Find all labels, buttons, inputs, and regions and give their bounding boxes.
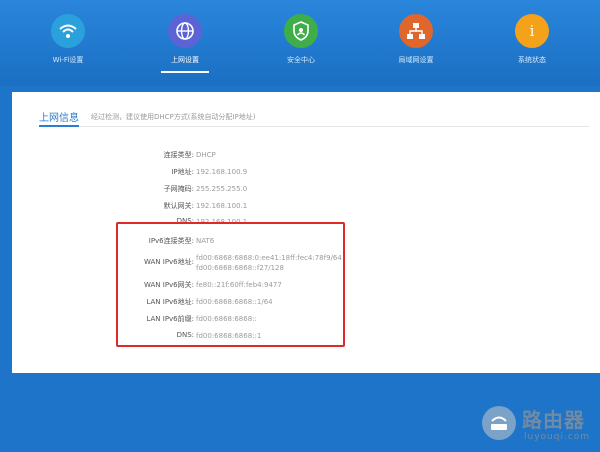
watermark: 路由器 luyouqi.com (482, 402, 600, 452)
nav-label: 上网设置 (171, 56, 199, 64)
nav-item-security[interactable]: 安全中心 (261, 14, 341, 65)
row-label: 连接类型: (163, 151, 194, 159)
active-tab-indicator (161, 71, 209, 73)
nav-item-lan[interactable]: 局域网设置 (376, 14, 456, 65)
nav-label: Wi-Fi设置 (52, 56, 84, 64)
network-icon (399, 14, 433, 48)
row-value: 255.255.255.0 (196, 185, 248, 193)
section-description: 经过检测，建议使用DHCP方式(系统自动分配IP地址) (91, 113, 256, 121)
router-logo-icon (482, 406, 516, 440)
nav-item-wifi[interactable]: Wi-Fi设置 (28, 14, 108, 65)
watermark-title: 路由器 (522, 408, 585, 432)
top-nav-bar: Wi-Fi设置 上网设置 安全中心 局域网设置 i 系统状态 (0, 0, 600, 86)
shield-icon (284, 14, 318, 48)
nav-label: 系统状态 (518, 56, 546, 64)
nav-label: 局域网设置 (398, 56, 434, 64)
wifi-icon (51, 14, 85, 48)
row-value: 192.168.100.1 (196, 202, 248, 210)
row-label: 子网掩码: (163, 185, 194, 193)
content-panel: 上网信息 经过检测，建议使用DHCP方式(系统自动分配IP地址) 连接类型: D… (12, 92, 600, 442)
nav-label: 安全中心 (287, 56, 315, 64)
nav-item-status[interactable]: i 系统状态 (492, 14, 572, 65)
row-label: 默认网关: (163, 202, 194, 210)
section-title: 上网信息 (39, 113, 79, 124)
info-icon: i (515, 14, 549, 48)
watermark-subtitle: luyouqi.com (524, 432, 591, 442)
row-value: DHCP (196, 151, 216, 159)
row-value: 192.168.100.9 (196, 168, 248, 176)
highlight-box (116, 222, 345, 347)
nav-item-internet[interactable]: 上网设置 (145, 14, 225, 73)
row-label: IP地址: (171, 168, 194, 176)
globe-icon (168, 14, 202, 48)
divider-accent (39, 125, 79, 127)
divider (39, 126, 589, 127)
